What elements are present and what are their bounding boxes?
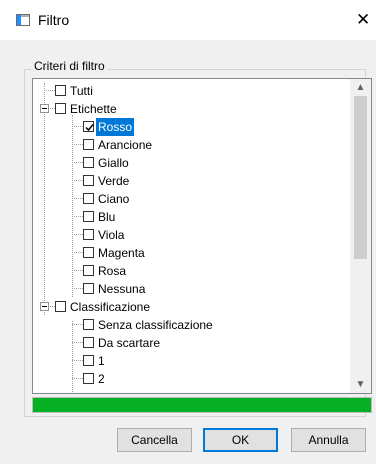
tree-item-label: Giallo	[98, 156, 129, 170]
tree-item-label: Magenta	[98, 246, 145, 260]
tree-item[interactable]: Ciano	[33, 190, 350, 208]
tree-item-label: Senza classificazione	[98, 318, 213, 332]
tree-item-checkbox[interactable]	[83, 139, 94, 150]
window-icon	[16, 14, 30, 26]
tree-item-checkbox[interactable]	[83, 211, 94, 222]
tree-item-label: Tutti	[70, 84, 93, 98]
tree-item-checkbox[interactable]	[83, 175, 94, 186]
tree-item-label: Classificazione	[70, 300, 151, 314]
tree-item[interactable]: Giallo	[33, 154, 350, 172]
tree-item-checkbox[interactable]	[55, 301, 66, 312]
tree-item-checkbox[interactable]	[83, 283, 94, 294]
chevron-up-icon: ▲	[355, 82, 366, 93]
tree-item-label: Nessuna	[98, 282, 146, 296]
window-title: Filtro	[38, 12, 70, 28]
progress-fill	[33, 398, 371, 412]
tree-item-label: Etichette	[70, 102, 117, 116]
tree-item-checkbox[interactable]	[83, 193, 94, 204]
tree-item-checkbox[interactable]	[83, 157, 94, 168]
tree-item-checkbox[interactable]	[83, 319, 94, 330]
tree-item[interactable]: 1	[33, 352, 350, 370]
tree-item-label: Verde	[98, 174, 130, 188]
tree-item-checkbox[interactable]	[55, 85, 66, 96]
cancel-button[interactable]: Cancella	[117, 428, 192, 452]
close-icon: ✕	[356, 10, 371, 29]
tree-item[interactable]: Blu	[33, 208, 350, 226]
tree-item-checkbox[interactable]	[83, 373, 94, 384]
tree-item-label: Arancione	[98, 138, 153, 152]
tree-item-checkbox[interactable]	[83, 121, 94, 132]
tree-item[interactable]: Classificazione	[33, 298, 350, 316]
tree-item-checkbox[interactable]	[83, 247, 94, 258]
filter-tree-box[interactable]: Tutti Etichette Rosso Arancione Giallo Verde C…	[32, 78, 372, 394]
tree-item-checkbox[interactable]	[83, 229, 94, 240]
tree-item-checkbox[interactable]	[83, 355, 94, 366]
tree-item[interactable]: Verde	[33, 172, 350, 190]
tree-item-checkbox[interactable]	[83, 337, 94, 348]
tree-item-checkbox[interactable]	[55, 103, 66, 114]
progress-bar	[32, 397, 372, 413]
tree-item-label: Rosso	[96, 118, 135, 136]
ok-button[interactable]: OK	[203, 428, 278, 452]
tree-item[interactable]: Senza classificazione	[33, 316, 350, 334]
filter-tree[interactable]: Tutti Etichette Rosso Arancione Giallo Verde C…	[33, 79, 350, 393]
tree-item[interactable]: Arancione	[33, 136, 350, 154]
tree-item[interactable]: Viola	[33, 226, 350, 244]
tree-item-label: Da scartare	[98, 336, 161, 350]
tree-item[interactable]: Etichette	[33, 100, 350, 118]
annulla-button[interactable]: Annulla	[291, 428, 366, 452]
close-button[interactable]: ✕	[356, 8, 376, 32]
chevron-down-icon: ▼	[355, 379, 366, 390]
checkmark-icon	[85, 124, 94, 132]
tree-item[interactable]: Rosa	[33, 262, 350, 280]
collapse-toggle[interactable]	[40, 104, 49, 113]
tree-item[interactable]: Tutti	[33, 82, 350, 100]
tree-item-label: 2	[98, 372, 105, 386]
tree-item-label: 1	[98, 354, 105, 368]
tree-item-label: Ciano	[98, 192, 130, 206]
scroll-up-button[interactable]: ▲	[350, 79, 371, 96]
tree-scrollbar[interactable]: ▲ ▼	[350, 79, 371, 393]
tree-item-label: Blu	[98, 210, 116, 224]
tree-item-checkbox[interactable]	[83, 265, 94, 276]
tree-item[interactable]: Da scartare	[33, 334, 350, 352]
scroll-thumb[interactable]	[354, 96, 367, 259]
tree-item-label: Viola	[98, 228, 125, 242]
tree-item[interactable]: 2	[33, 370, 350, 388]
filter-criteria-label: Criteri di filtro	[31, 59, 108, 73]
title-bar: Filtro ✕	[0, 0, 376, 40]
collapse-toggle[interactable]	[40, 302, 49, 311]
tree-item[interactable]: Nessuna	[33, 280, 350, 298]
tree-item[interactable]: Magenta	[33, 244, 350, 262]
scroll-down-button[interactable]: ▼	[350, 376, 371, 393]
tree-item[interactable]: Rosso	[33, 118, 350, 136]
tree-item-label: Rosa	[98, 264, 127, 278]
